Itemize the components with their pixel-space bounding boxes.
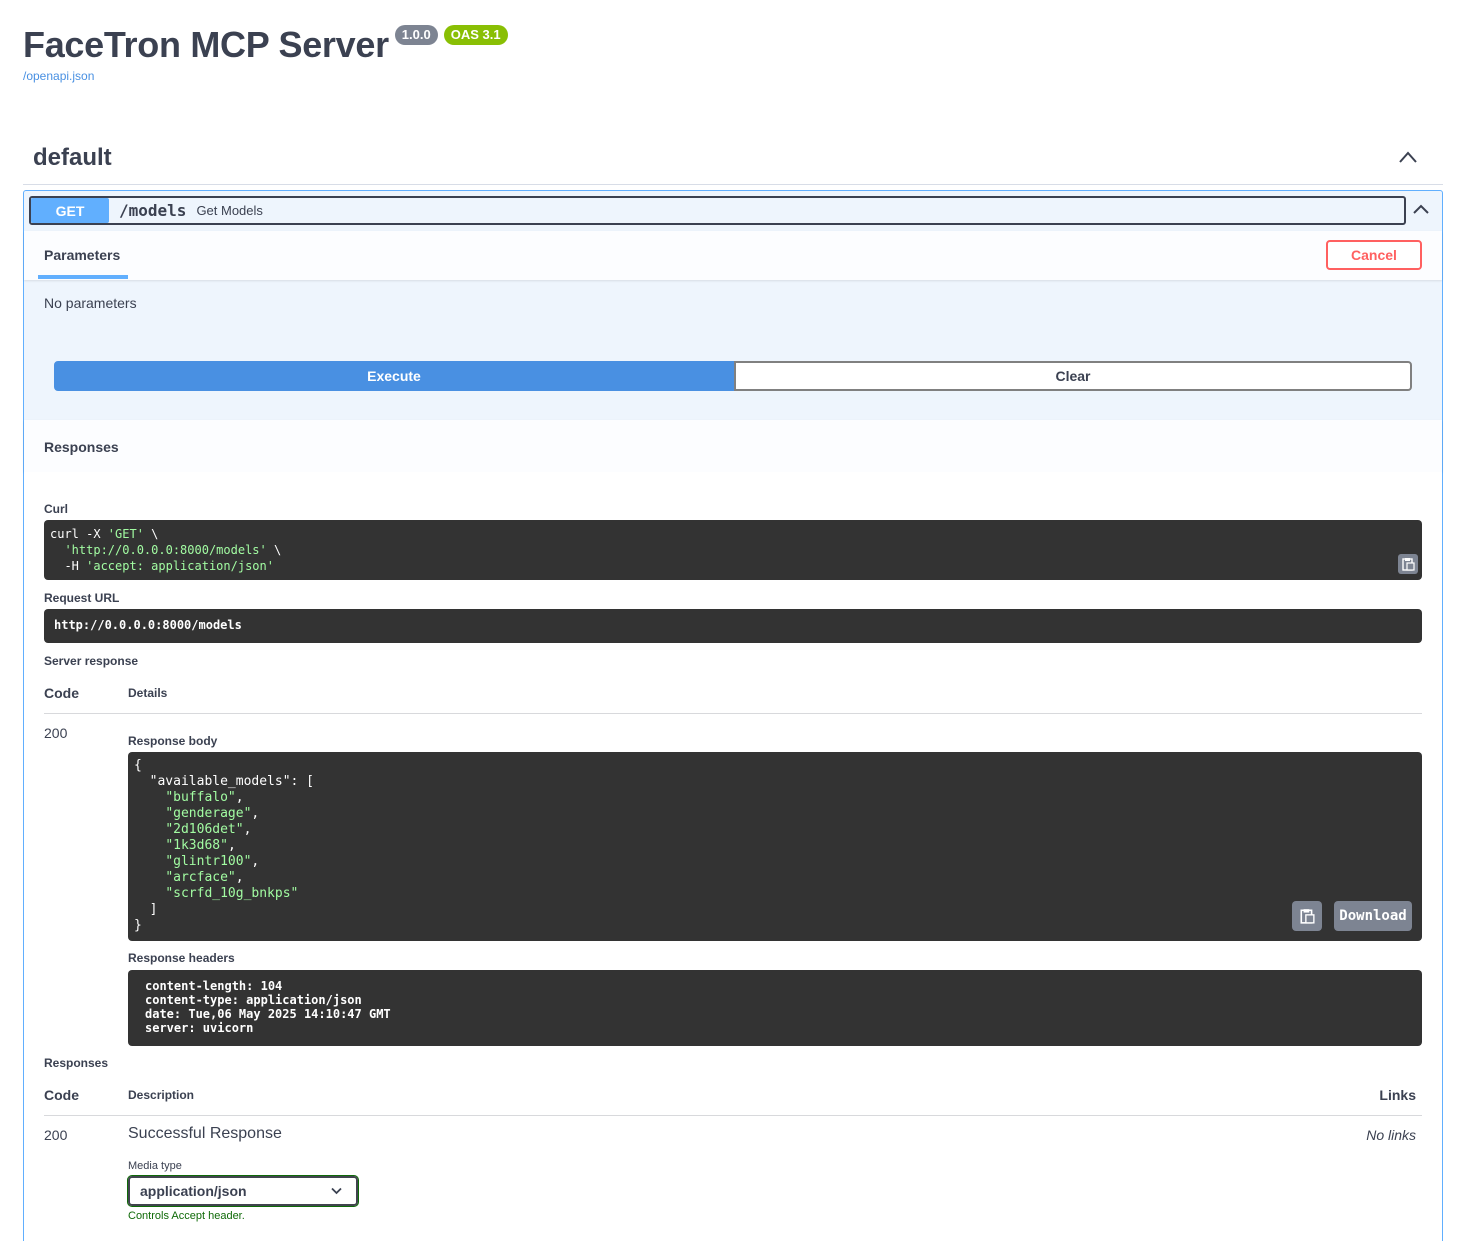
copy-curl-button[interactable] xyxy=(1398,554,1418,574)
curl-label: Curl xyxy=(44,502,68,516)
code-column-header: Code xyxy=(44,1087,79,1103)
response-headers-label: Response headers xyxy=(128,951,235,965)
responses-header: Responses xyxy=(24,420,1442,472)
header-line: date: Tue,06 May 2025 14:10:47 GMT xyxy=(145,1007,391,1021)
request-url-value: http://0.0.0.0:8000/models xyxy=(54,618,242,632)
code-column-header: Code xyxy=(44,685,79,701)
response-body-block[interactable]: { "available_models": [ "buffalo", "gend… xyxy=(128,752,1422,941)
responses-title: Responses xyxy=(44,439,119,455)
request-url-label: Request URL xyxy=(44,591,120,605)
cancel-button[interactable]: Cancel xyxy=(1326,240,1422,270)
responses-body: Curl curl -X 'GET' \ 'http://0.0.0.0:800… xyxy=(24,472,1442,1241)
divider xyxy=(44,713,1422,714)
operation-summary-text: Get Models xyxy=(196,203,263,218)
response-description: Successful Response xyxy=(128,1125,282,1142)
execute-button[interactable]: Execute xyxy=(54,361,734,391)
download-button[interactable]: Download xyxy=(1334,901,1412,931)
server-response-label: Server response xyxy=(44,654,139,668)
operation-summary[interactable]: GET /models Get Models xyxy=(29,196,1406,225)
clipboard-icon xyxy=(1402,558,1415,571)
documented-responses-label: Responses xyxy=(44,1056,109,1070)
copy-response-button[interactable] xyxy=(1292,901,1322,931)
details-column-header: Details xyxy=(128,686,168,700)
curl-command-block[interactable]: curl -X 'GET' \ 'http://0.0.0.0:8000/mod… xyxy=(44,520,1422,580)
media-type-value: application/json xyxy=(140,1183,247,1199)
media-type-hint: Controls Accept header. xyxy=(128,1210,245,1222)
documented-status-code: 200 xyxy=(44,1127,68,1143)
response-body-label: Response body xyxy=(128,734,218,748)
chevron-down-icon xyxy=(331,1187,342,1195)
api-info-header: FaceTron MCP Server 1.0.0 OAS 3.1 /opena… xyxy=(23,22,508,83)
chevron-up-icon[interactable] xyxy=(1412,203,1430,215)
links-column-header: Links xyxy=(1379,1087,1416,1103)
description-column-header: Description xyxy=(128,1088,195,1102)
clear-button[interactable]: Clear xyxy=(734,361,1412,391)
request-url-block[interactable]: http://0.0.0.0:8000/models xyxy=(44,609,1422,643)
tab-parameters[interactable]: Parameters xyxy=(44,247,120,263)
tag-section-default[interactable]: default xyxy=(23,136,1443,185)
api-title: FaceTron MCP Server xyxy=(23,24,389,65)
execute-wrapper: Execute Clear xyxy=(54,361,1412,391)
header-line: content-length: 104 xyxy=(145,979,283,993)
response-headers-block[interactable]: content-length: 104 content-type: applic… xyxy=(128,970,1422,1046)
header-line: content-type: application/json xyxy=(145,993,362,1007)
method-badge: GET xyxy=(31,198,109,223)
openapi-spec-link[interactable]: /openapi.json xyxy=(23,69,508,83)
tag-title: default xyxy=(33,144,112,171)
media-type-select[interactable]: application/json xyxy=(127,1175,359,1207)
header-line: server: uvicorn xyxy=(145,1021,254,1035)
active-tab-indicator xyxy=(38,275,128,279)
no-parameters-text: No parameters xyxy=(44,295,137,311)
clipboard-icon xyxy=(1300,909,1315,924)
operation-path: /models xyxy=(119,201,187,220)
no-links-text: No links xyxy=(1366,1127,1416,1143)
divider xyxy=(44,1115,1422,1116)
operation-block-get-models: GET /models Get Models Parameters Cancel… xyxy=(23,190,1443,1241)
version-badge: 1.0.0 xyxy=(394,25,438,45)
media-type-label: Media type xyxy=(128,1160,182,1172)
response-status-code: 200 xyxy=(44,725,68,741)
parameters-header: Parameters Cancel xyxy=(24,231,1442,280)
oas-badge: OAS 3.1 xyxy=(443,25,508,45)
chevron-up-icon[interactable] xyxy=(1398,150,1418,164)
